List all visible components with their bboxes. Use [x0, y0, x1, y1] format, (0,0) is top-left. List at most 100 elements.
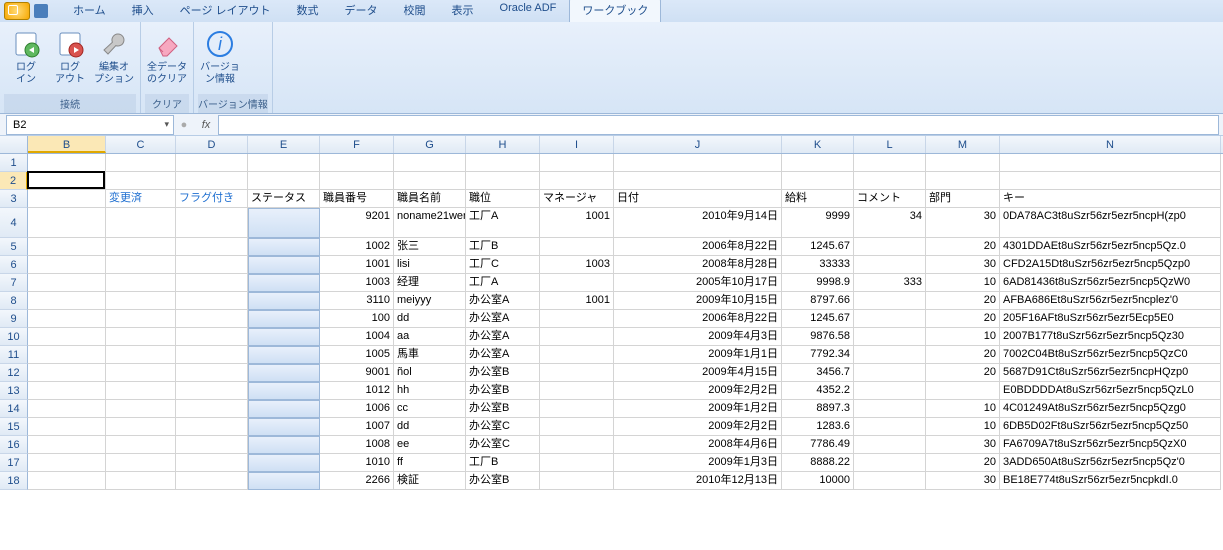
cell[interactable]: meiyyy: [394, 292, 466, 310]
cell[interactable]: 8888.22: [782, 454, 854, 472]
cell[interactable]: [176, 436, 248, 454]
column-header[interactable]: D: [176, 136, 248, 153]
cell[interactable]: [28, 256, 106, 274]
cell[interactable]: noname21werqqq: [394, 208, 466, 238]
cell[interactable]: [28, 400, 106, 418]
status-cell[interactable]: [248, 400, 320, 418]
cell[interactable]: ee: [394, 436, 466, 454]
cell[interactable]: 6DB5D02Ft8uSzr56zr5ezr5ncp5Qz50: [1000, 418, 1221, 436]
cell[interactable]: 工厂C: [466, 256, 540, 274]
cell[interactable]: 2010年12月13日: [614, 472, 782, 490]
column-header[interactable]: N: [1000, 136, 1221, 153]
cell[interactable]: [854, 454, 926, 472]
cell[interactable]: 10: [926, 274, 1000, 292]
cell[interactable]: [176, 454, 248, 472]
cell[interactable]: [466, 154, 540, 172]
cell[interactable]: 2009年2月2日: [614, 382, 782, 400]
cell[interactable]: 1007: [320, 418, 394, 436]
clear-all-button[interactable]: 全データ のクリア: [145, 24, 189, 94]
cell[interactable]: [176, 418, 248, 436]
cell[interactable]: 1005: [320, 346, 394, 364]
cell[interactable]: 30: [926, 436, 1000, 454]
cell[interactable]: 日付: [614, 190, 782, 208]
cell[interactable]: 经理: [394, 274, 466, 292]
cell[interactable]: CFD2A15Dt8uSzr56zr5ezr5ncp5Qzp0: [1000, 256, 1221, 274]
status-cell[interactable]: [248, 436, 320, 454]
cell[interactable]: hh: [394, 382, 466, 400]
cell[interactable]: ñol: [394, 364, 466, 382]
cell[interactable]: [106, 436, 176, 454]
cell[interactable]: [106, 172, 176, 190]
cell[interactable]: 部門: [926, 190, 1000, 208]
cell[interactable]: E0BDDDDAt8uSzr56zr5ezr5ncp5QzL0: [1000, 382, 1221, 400]
cell[interactable]: [28, 418, 106, 436]
cell[interactable]: [106, 274, 176, 292]
cell[interactable]: [540, 238, 614, 256]
cell[interactable]: [28, 292, 106, 310]
cell[interactable]: [854, 172, 926, 190]
cell[interactable]: [106, 472, 176, 490]
cell[interactable]: 8897.3: [782, 400, 854, 418]
cell[interactable]: dd: [394, 418, 466, 436]
cell[interactable]: [28, 310, 106, 328]
cell[interactable]: 2008年4月6日: [614, 436, 782, 454]
cell[interactable]: [176, 400, 248, 418]
column-header[interactable]: E: [248, 136, 320, 153]
cell[interactable]: 办公室B: [466, 382, 540, 400]
cell[interactable]: 100: [320, 310, 394, 328]
cell[interactable]: 2010年9月14日: [614, 208, 782, 238]
cell[interactable]: 工厂A: [466, 274, 540, 292]
cell[interactable]: [176, 208, 248, 238]
cell[interactable]: 職員番号: [320, 190, 394, 208]
cell[interactable]: 1003: [540, 256, 614, 274]
cell[interactable]: 7786.49: [782, 436, 854, 454]
cell[interactable]: [176, 238, 248, 256]
cell[interactable]: 3ADD650At8uSzr56zr5ezr5ncp5Qz'0: [1000, 454, 1221, 472]
cell[interactable]: 1283.6: [782, 418, 854, 436]
cell[interactable]: [28, 208, 106, 238]
cell[interactable]: キー: [1000, 190, 1221, 208]
column-header[interactable]: H: [466, 136, 540, 153]
cell[interactable]: 4352.2: [782, 382, 854, 400]
cell[interactable]: 1012: [320, 382, 394, 400]
cell[interactable]: [320, 172, 394, 190]
column-header[interactable]: K: [782, 136, 854, 153]
status-cell[interactable]: [248, 310, 320, 328]
cell[interactable]: 工厂A: [466, 208, 540, 238]
cell[interactable]: 職位: [466, 190, 540, 208]
cell[interactable]: 20: [926, 346, 1000, 364]
cell[interactable]: [854, 154, 926, 172]
cell[interactable]: [106, 454, 176, 472]
status-cell[interactable]: [248, 472, 320, 490]
cell[interactable]: [176, 472, 248, 490]
cell[interactable]: 205F16AFt8uSzr56zr5ezr5Ecp5E0: [1000, 310, 1221, 328]
cell[interactable]: 10000: [782, 472, 854, 490]
cell[interactable]: [320, 154, 394, 172]
row-header[interactable]: 5: [0, 238, 28, 256]
cell[interactable]: [176, 256, 248, 274]
cell[interactable]: [28, 274, 106, 292]
cell[interactable]: 5687D91Ct8uSzr56zr5ezr5ncpHQzp0: [1000, 364, 1221, 382]
cell[interactable]: 1001: [540, 292, 614, 310]
cell[interactable]: 办公室B: [466, 472, 540, 490]
row-header[interactable]: 13: [0, 382, 28, 400]
cell[interactable]: [28, 436, 106, 454]
cell[interactable]: コメント: [854, 190, 926, 208]
row-header[interactable]: 14: [0, 400, 28, 418]
cell[interactable]: [614, 172, 782, 190]
column-header[interactable]: J: [614, 136, 782, 153]
cell[interactable]: [926, 382, 1000, 400]
cell[interactable]: 1001: [540, 208, 614, 238]
status-cell[interactable]: [248, 364, 320, 382]
cell[interactable]: [466, 172, 540, 190]
cell[interactable]: [28, 364, 106, 382]
cell[interactable]: 34: [854, 208, 926, 238]
cell[interactable]: 2008年8月28日: [614, 256, 782, 274]
cell[interactable]: 2009年4月3日: [614, 328, 782, 346]
cell[interactable]: [614, 154, 782, 172]
status-cell[interactable]: [248, 328, 320, 346]
cell[interactable]: 1003: [320, 274, 394, 292]
column-header[interactable]: M: [926, 136, 1000, 153]
cell[interactable]: [176, 364, 248, 382]
cell[interactable]: 20: [926, 310, 1000, 328]
